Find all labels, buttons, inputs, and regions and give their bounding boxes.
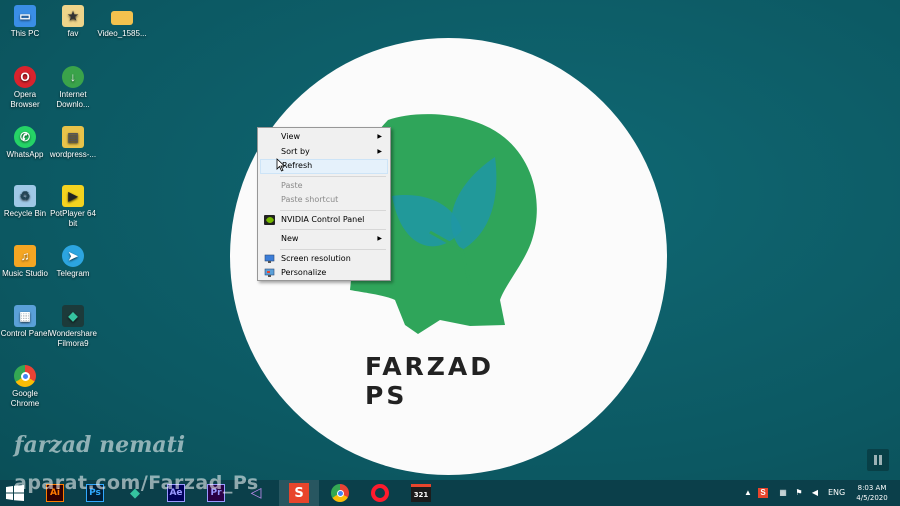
desktop-icon-label: wordpress-... (49, 150, 97, 159)
taskbar-clock[interactable]: 8:03 AM 4/5/2020 (852, 483, 892, 503)
desktop-icon-potplayer[interactable]: ▶ PotPlayer 64 bit (48, 185, 98, 229)
desktop-icon-wordpress-zip[interactable]: ▤ wordpress-... (48, 126, 98, 160)
menu-item-view[interactable]: View ▶ (260, 130, 388, 145)
submenu-arrow-icon: ▶ (377, 147, 382, 155)
menu-item-nvidia-control-panel[interactable]: NVIDIA Control Panel (260, 213, 388, 228)
personalize-icon (264, 268, 275, 278)
menu-item-label: Refresh (282, 161, 313, 170)
clock-date: 4/5/2020 (856, 494, 888, 502)
desktop-icon-recycle-bin[interactable]: ♻ Recycle Bin (0, 185, 50, 219)
submenu-arrow-icon: ▶ (377, 235, 382, 242)
wallpaper-logo-text: FARZAD PS (365, 352, 495, 410)
potplayer-icon: ▶ (62, 185, 84, 207)
action-center-flag-icon[interactable]: ⚑ (794, 488, 804, 498)
chrome-icon (14, 365, 36, 387)
desktop-icon-label: Video_1585... (97, 29, 147, 38)
menu-item-paste[interactable]: Paste (260, 179, 388, 194)
clock-time: 8:03 AM (857, 484, 887, 492)
bookmark-file-icon: ★ (62, 5, 84, 27)
desktop-icon-label: This PC (10, 29, 40, 38)
network-icon[interactable]: ▦ (778, 488, 788, 498)
snagit-tray-icon[interactable]: S (758, 488, 768, 498)
opera-icon: O (14, 66, 36, 88)
menu-item-screen-resolution[interactable]: Screen resolution (260, 252, 388, 267)
menu-item-label: Personalize (281, 268, 327, 277)
desktop-icon-label: Recycle Bin (3, 209, 47, 218)
watermark-url: aparat.com/Farzad_Ps (14, 472, 259, 494)
desktop-icon-this-pc[interactable]: ▭ This PC (0, 5, 50, 39)
desktop-icon-internet-download-manager[interactable]: ↓ Internet Downlo... (48, 66, 98, 110)
watermark-author-name: farzad nemati (14, 432, 186, 458)
menu-separator (280, 248, 386, 250)
menu-item-paste-shortcut[interactable]: Paste shortcut (260, 193, 388, 208)
menu-item-label: View (281, 132, 300, 141)
filmora-icon: ◆ (62, 305, 84, 327)
menu-item-label: Sort by (281, 146, 310, 156)
desktop-icon-whatsapp[interactable]: ✆ WhatsApp (0, 126, 50, 160)
menu-item-personalize[interactable]: Personalize (260, 266, 388, 281)
nvidia-icon (264, 214, 275, 225)
folder-icon (111, 11, 133, 25)
menu-item-sort-by[interactable]: Sort by ▶ (260, 145, 388, 160)
menu-item-label: Paste shortcut (281, 195, 339, 204)
desktop-icon-control-panel[interactable]: ▦ Control Panel (0, 305, 50, 339)
menu-item-label: New (281, 234, 299, 243)
mouse-cursor-icon (276, 158, 286, 172)
language-indicator[interactable]: ENG (828, 488, 845, 497)
taskbar-app-calendar[interactable]: 321 (410, 482, 432, 504)
telegram-icon: ➤ (62, 245, 84, 267)
menu-item-new[interactable]: New ▶ (260, 232, 388, 247)
volume-icon[interactable]: ◀ (810, 488, 820, 498)
desktop-icon-label: Google Chrome (10, 389, 40, 408)
desktop-icon-google-chrome[interactable]: Google Chrome (0, 365, 50, 409)
desktop-icon-label: Opera Browser (10, 90, 40, 109)
taskbar-app-snagit[interactable]: S (288, 482, 310, 504)
music-studio-icon: ♫ (14, 245, 36, 267)
desktop-icon-label: Wondershare Filmora9 (49, 329, 97, 348)
desktop-icon-music-studio[interactable]: ♫ Music Studio (0, 245, 50, 279)
desktop-icon-label: fav (67, 29, 79, 38)
menu-item-label: NVIDIA Control Panel (281, 214, 365, 224)
desktop-icon-video-folder[interactable]: Video_1585... (97, 5, 147, 39)
desktop-icon-fav[interactable]: ★ fav (48, 5, 98, 39)
show-hidden-icons-chevron-icon[interactable]: ▲ (743, 488, 753, 498)
menu-separator (280, 175, 386, 177)
control-panel-icon: ▦ (14, 305, 36, 327)
menu-item-label: Screen resolution (281, 253, 351, 263)
computer-icon: ▭ (14, 5, 36, 27)
desktop-context-menu: View ▶ Sort by ▶ Refresh Paste Paste sho… (257, 127, 391, 281)
desktop-icon-label: WhatsApp (6, 150, 44, 159)
desktop-icon-telegram[interactable]: ➤ Telegram (48, 245, 98, 279)
zip-folder-icon: ▤ (62, 126, 84, 148)
download-manager-icon: ↓ (62, 66, 84, 88)
desktop-icon-label: Telegram (56, 269, 90, 278)
snagit-icon: S (289, 483, 309, 503)
monitor-icon (264, 254, 275, 264)
desktop-icon-label: PotPlayer 64 bit (50, 209, 96, 228)
submenu-arrow-icon: ▶ (377, 133, 382, 140)
desktop-icon-label: Internet Downlo... (56, 90, 90, 109)
taskbar-app-chrome[interactable] (329, 482, 351, 504)
opera-icon (371, 484, 389, 502)
desktop-icon-label: Control Panel (0, 329, 50, 338)
desktop-icon-opera[interactable]: O Opera Browser (0, 66, 50, 110)
chrome-icon (331, 484, 349, 502)
desktop-icon-filmora[interactable]: ◆ Wondershare Filmora9 (48, 305, 98, 349)
video-pause-button[interactable] (867, 449, 889, 471)
menu-item-label: Paste (281, 180, 303, 190)
whatsapp-icon: ✆ (14, 126, 36, 148)
desktop-icon-label: Music Studio (2, 269, 48, 278)
taskbar-app-opera[interactable] (369, 482, 391, 504)
menu-separator (280, 229, 386, 230)
menu-separator (280, 209, 386, 211)
desktop[interactable]: FARZAD PS ▭ This PC ★ fav Video_1585... … (0, 0, 900, 480)
calendar-icon: 321 (411, 484, 431, 502)
recycle-bin-icon: ♻ (14, 185, 36, 207)
